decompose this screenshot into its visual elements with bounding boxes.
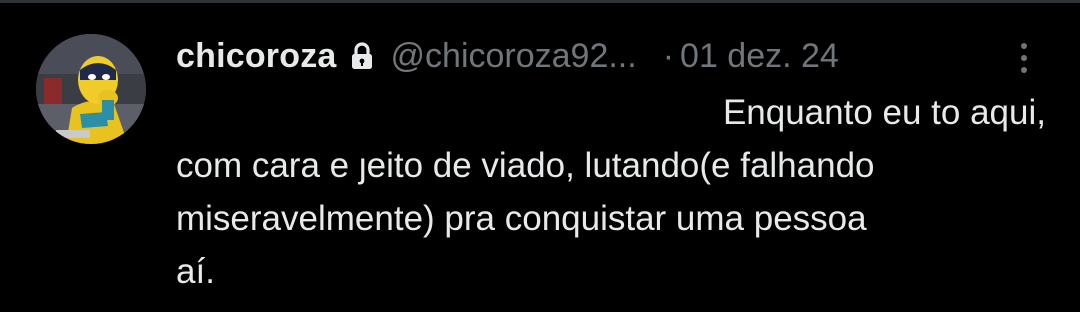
lock-icon xyxy=(351,42,373,70)
user-handle[interactable]: @chicoroza92... xyxy=(391,37,637,76)
avatar-image xyxy=(36,34,146,144)
tweet-header: chicoroza @chicoroza92... · 01 dez. 24 xyxy=(176,30,839,82)
tweet-text-line: aí. xyxy=(176,252,215,291)
tweet-text-line: com cara e ȷeito de viado, lutando(e fal… xyxy=(176,146,875,185)
top-divider xyxy=(0,0,1080,3)
tweet-date[interactable]: 01 dez. 24 xyxy=(680,37,839,76)
display-name[interactable]: chicoroza xyxy=(176,37,337,76)
more-vertical-icon[interactable] xyxy=(1014,38,1034,78)
tweet-text-line: Enquanto eu to aqui, xyxy=(722,93,1046,132)
tweet-text: Enquanto eu to aqui, com cara e ȷeito de… xyxy=(176,86,1046,298)
tweet-text-line: miseravelmente) pra conquistar uma pesso… xyxy=(176,199,867,238)
separator-dot: · xyxy=(662,36,675,75)
avatar[interactable] xyxy=(36,34,146,144)
